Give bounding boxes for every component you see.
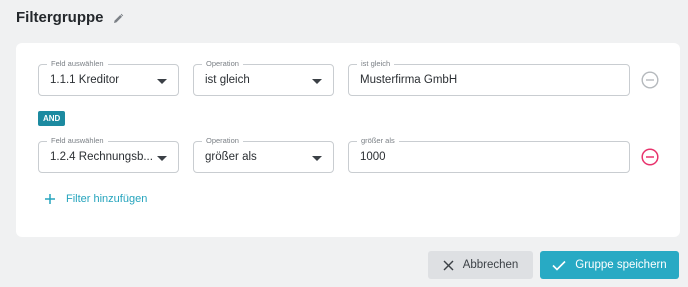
value-input-value: 1000: [360, 151, 386, 163]
filter-card: Feld auswählen 1.1.1 Kreditor Operation …: [16, 43, 680, 237]
field-select-label: Feld auswählen: [47, 135, 108, 147]
caret-down-icon: [157, 79, 167, 84]
pencil-icon[interactable]: [112, 12, 124, 24]
operation-select-2[interactable]: Operation größer als: [193, 135, 334, 173]
close-icon: [443, 260, 454, 270]
operation-select-value: ist gleich: [205, 74, 250, 86]
save-label: Gruppe speichern: [575, 259, 667, 271]
add-filter-label: Filter hinzufügen: [66, 193, 148, 205]
value-input-value: Musterfirma GmbH: [360, 74, 458, 86]
field-select-label: Feld auswählen: [47, 58, 108, 70]
check-icon: [552, 260, 566, 271]
field-select-value: 1.2.4 Rechnungsb...: [50, 151, 153, 163]
add-filter-button[interactable]: Filter hinzufügen: [44, 193, 147, 205]
plus-icon: [44, 193, 56, 205]
minus-circle-icon[interactable]: [641, 71, 659, 89]
operation-select-label: Operation: [202, 58, 243, 70]
save-group-button[interactable]: Gruppe speichern: [540, 251, 679, 279]
and-connector-badge: AND: [38, 111, 66, 126]
value-input-1[interactable]: ist gleich Musterfirma GmbH: [348, 58, 630, 96]
cancel-label: Abbrechen: [462, 259, 519, 271]
operation-select-label: Operation: [202, 135, 243, 147]
field-select-1[interactable]: Feld auswählen 1.1.1 Kreditor: [38, 58, 179, 96]
page-title-text: Filtergruppe: [16, 9, 104, 26]
value-input-label: größer als: [357, 135, 399, 147]
cancel-button[interactable]: Abbrechen: [428, 251, 533, 279]
value-input-label: ist gleich: [357, 58, 395, 70]
value-input-2[interactable]: größer als 1000: [348, 135, 630, 173]
caret-down-icon: [312, 156, 322, 161]
operation-select-1[interactable]: Operation ist gleich: [193, 58, 334, 96]
page-title: Filtergruppe: [16, 9, 124, 26]
operation-select-value: größer als: [205, 151, 257, 163]
caret-down-icon: [157, 156, 167, 161]
field-select-value: 1.1.1 Kreditor: [50, 74, 120, 86]
field-select-2[interactable]: Feld auswählen 1.2.4 Rechnungsb...: [38, 135, 179, 173]
minus-circle-icon[interactable]: [641, 148, 659, 166]
caret-down-icon: [312, 79, 322, 84]
